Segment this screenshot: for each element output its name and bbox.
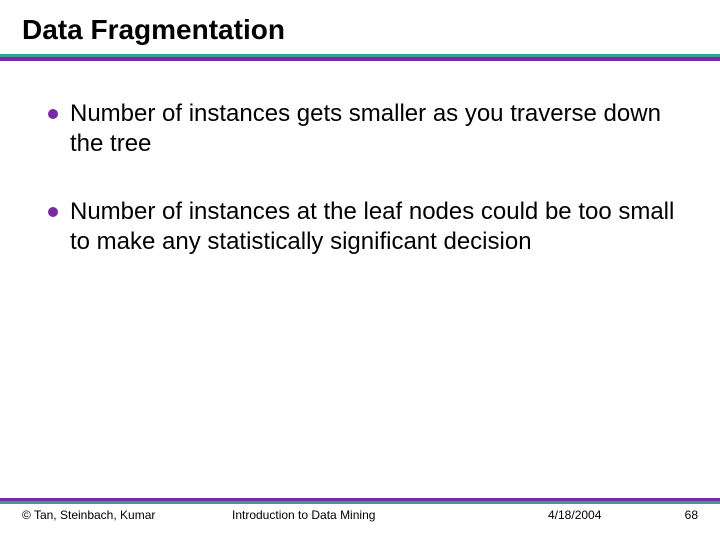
bullet-icon bbox=[48, 207, 58, 217]
bullet-icon bbox=[48, 109, 58, 119]
slide-title: Data Fragmentation bbox=[0, 0, 720, 54]
list-item: Number of instances at the leaf nodes co… bbox=[48, 197, 690, 257]
footer-center: Introduction to Data Mining bbox=[232, 508, 548, 522]
footer-page-number: 68 bbox=[658, 508, 698, 522]
slide-footer: © Tan, Steinbach, Kumar Introduction to … bbox=[0, 498, 720, 522]
footer-copyright: © Tan, Steinbach, Kumar bbox=[22, 508, 232, 522]
footer-date: 4/18/2004 bbox=[548, 508, 658, 522]
bullet-text: Number of instances at the leaf nodes co… bbox=[70, 197, 690, 257]
bullet-text: Number of instances gets smaller as you … bbox=[70, 99, 690, 159]
slide-content: Number of instances gets smaller as you … bbox=[0, 61, 720, 257]
title-rule bbox=[0, 54, 720, 61]
list-item: Number of instances gets smaller as you … bbox=[48, 99, 690, 159]
